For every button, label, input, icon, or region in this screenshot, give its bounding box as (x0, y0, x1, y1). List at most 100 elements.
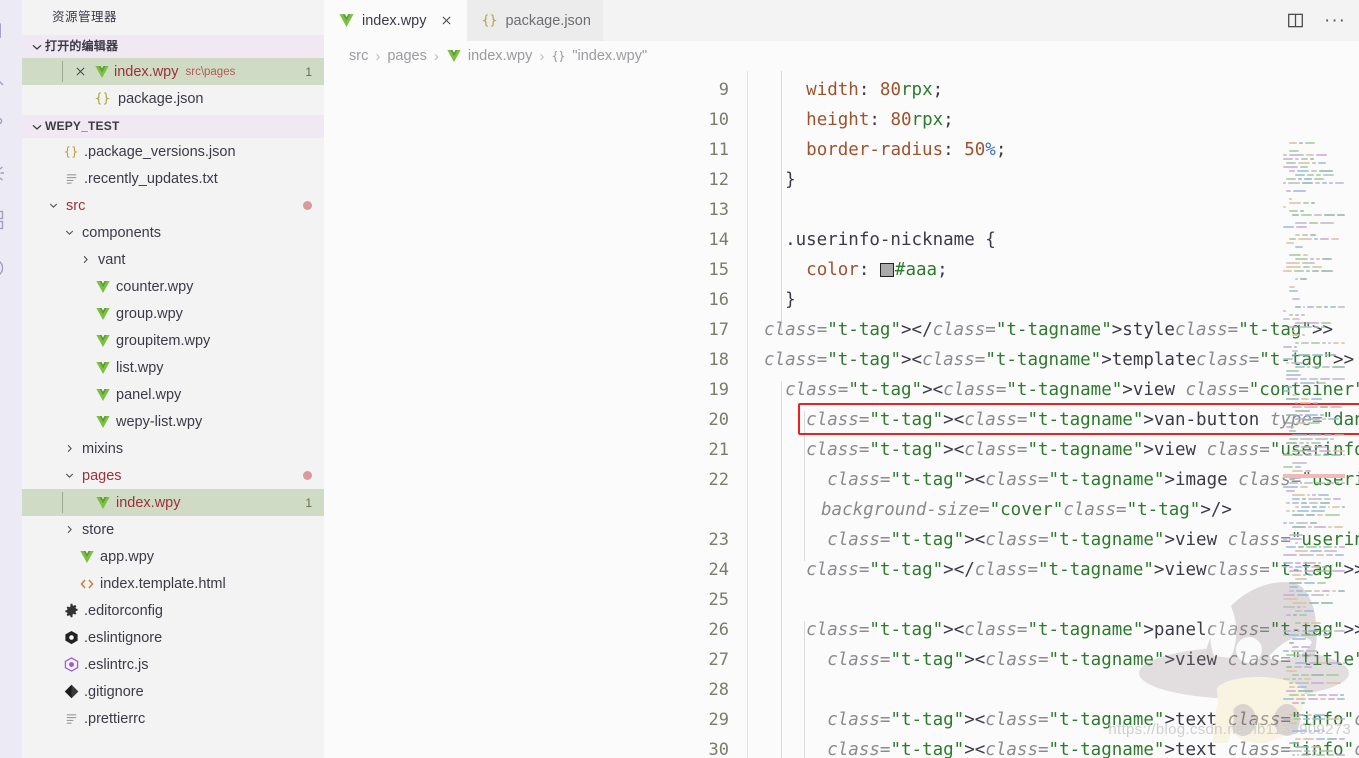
tree-file-wepy-list-wpy[interactable]: wepy-list.wpy (22, 408, 324, 435)
code-line[interactable]: 29 class="t-tag"><class="t-tagname">text… (324, 705, 1359, 735)
code-line[interactable]: 24 class="t-tag"></class="t-tagname">vie… (324, 555, 1359, 585)
code-line[interactable]: 15 color: #aaa; (324, 255, 1359, 285)
line-number: 30 (708, 740, 729, 758)
tree-file-counter-wpy[interactable]: counter.wpy (22, 273, 324, 300)
remote-icon[interactable] (0, 244, 22, 292)
minimap-line (1283, 706, 1345, 709)
code-line[interactable]: 20 class="t-tag"><class="t-tagname">van-… (324, 405, 1359, 435)
code-line[interactable]: 21 class="t-tag"><class="t-tagname">view… (324, 435, 1359, 465)
minimap-line (1283, 578, 1345, 581)
tree-folder-mixins[interactable]: mixins (22, 435, 324, 462)
tree-file-list-wpy[interactable]: list.wpy (22, 354, 324, 381)
minimap[interactable] (1283, 142, 1345, 758)
minimap-line (1283, 602, 1345, 605)
code-line[interactable]: 25 (324, 585, 1359, 615)
section-workspace[interactable]: WEPY_TEST (22, 115, 324, 138)
minimap-line (1283, 378, 1345, 381)
editor-scrollbar[interactable] (1345, 142, 1359, 758)
open-editor-index-wpy[interactable]: index.wpy src\pages 1 (22, 58, 324, 85)
minimap-token (1326, 594, 1329, 596)
minimap-token (1283, 454, 1293, 456)
tree-folder-components[interactable]: components (22, 219, 324, 246)
tree-file-app-wpy[interactable]: app.wpy (22, 543, 324, 570)
tree-item-label: wepy-list.wpy (116, 413, 203, 430)
code-line[interactable]: 12 } (324, 165, 1359, 195)
breadcrumb-item-index-wpy[interactable]: index.wpy (446, 48, 532, 64)
code-line[interactable]: 9 width: 80rpx; (324, 75, 1359, 105)
tree-file-panel-wpy[interactable]: panel.wpy (22, 381, 324, 408)
tree-file-eslintrc-js[interactable]: .eslintrc.js (22, 651, 324, 678)
minimap-token (1288, 182, 1300, 184)
code-line[interactable]: 10 height: 80rpx; (324, 105, 1359, 135)
tree-file-recently-updates-txt[interactable]: .recently_updates.txt (22, 165, 324, 192)
minimap-line (1283, 418, 1345, 421)
minimap-token (1322, 566, 1327, 568)
minimap-token (1289, 682, 1293, 684)
tree-file-editorconfig[interactable]: .editorconfig (22, 597, 324, 624)
chevron-down-icon (29, 39, 45, 55)
minimap-line (1283, 694, 1345, 697)
minimap-token (1286, 490, 1295, 492)
code-line[interactable]: 19 class="t-tag"><class="t-tagname">view… (324, 375, 1359, 405)
tree-folder-vant[interactable]: vant (22, 246, 324, 273)
minimap-token (1321, 270, 1333, 272)
tree-file-prettierrc[interactable]: .prettierrc (22, 705, 324, 732)
minimap-line (1283, 278, 1345, 281)
breadcrumb-item-symbol[interactable]: "index.wpy" (551, 48, 647, 64)
run-debug-icon[interactable] (0, 148, 22, 196)
code-line[interactable]: 26 class="t-tag"><class="t-tagname">pane… (324, 615, 1359, 645)
tree-file-index-wpy[interactable]: index.wpy 1 (22, 489, 324, 516)
minimap-line (1283, 382, 1345, 385)
extensions-icon[interactable] (0, 196, 22, 244)
tree-folder-store[interactable]: store (22, 516, 324, 543)
tree-item-label: vant (98, 251, 126, 268)
code-line[interactable]: 30 class="t-tag"><class="t-tagname">text… (324, 735, 1359, 758)
code-line[interactable]: 23 class="t-tag"><class="t-tagname">view… (324, 525, 1359, 555)
breadcrumb-item-src[interactable]: src (349, 48, 368, 64)
tree-folder-src[interactable]: src (22, 192, 324, 219)
more-actions-icon[interactable]: ··· (1324, 10, 1346, 32)
code-line[interactable]: 17 class="t-tag"></class="t-tagname">styl… (324, 315, 1359, 345)
tab-index-wpy[interactable]: index.wpy (324, 0, 468, 41)
tree-file-index-template-html[interactable]: index.template.html (22, 570, 324, 597)
close-icon[interactable] (70, 65, 90, 78)
minimap-line (1283, 374, 1345, 377)
source-control-icon[interactable] (0, 100, 22, 148)
breadcrumb-item-pages[interactable]: pages (387, 48, 427, 64)
line-content: class="t-tag"><class="t-tagname">van-but… (806, 410, 1359, 430)
minimap-token (1310, 550, 1322, 552)
close-icon[interactable] (438, 12, 455, 29)
code-line[interactable]: 22 class="t-tag"><class="t-tagname">imag… (324, 465, 1359, 525)
minimap-token (1314, 326, 1319, 328)
tree-folder-pages[interactable]: pages (22, 462, 324, 489)
tree-file-package-versions-json[interactable]: .package_versions.json (22, 138, 324, 165)
minimap-token (1295, 578, 1307, 580)
tree-file-gitignore[interactable]: .gitignore (22, 678, 324, 705)
minimap-token (1311, 442, 1321, 444)
open-editor-package-json[interactable]: package.json (22, 85, 324, 112)
minimap-token (1306, 650, 1317, 652)
explorer-icon[interactable] (0, 4, 22, 52)
breadcrumb-label: src (349, 48, 369, 64)
minimap-token (1286, 502, 1290, 504)
code-editor[interactable]: 9 width: 80rpx; 10 height: 80rpx; 11 borde… (324, 71, 1359, 758)
code-line[interactable]: 11 border-radius: 50%; (324, 135, 1359, 165)
search-icon[interactable] (0, 52, 22, 100)
minimap-token (1315, 182, 1320, 184)
split-editor-icon[interactable] (1284, 10, 1306, 32)
code-line[interactable]: 13 (324, 195, 1359, 225)
minimap-token (1283, 562, 1293, 564)
code-line[interactable]: 14 .userinfo-nickname { (324, 225, 1359, 255)
code-line[interactable]: 16 } (324, 285, 1359, 315)
tree-file-eslintignore[interactable]: .eslintignore (22, 624, 324, 651)
minimap-token (1289, 326, 1297, 328)
tab-package-json[interactable]: package.json (467, 0, 603, 41)
section-open-editors[interactable]: 打开的编辑器 (22, 35, 324, 58)
tree-file-group-wpy[interactable]: group.wpy (22, 300, 324, 327)
minimap-line (1283, 678, 1345, 681)
code-line[interactable]: 28 (324, 675, 1359, 705)
tree-file-groupitem-wpy[interactable]: groupitem.wpy (22, 327, 324, 354)
code-line[interactable]: 18 class="t-tag"><class="t-tagname">templ… (324, 345, 1359, 375)
code-line[interactable]: 27 class="t-tag"><class="t-tagname">view… (324, 645, 1359, 675)
minimap-token (1299, 442, 1304, 444)
